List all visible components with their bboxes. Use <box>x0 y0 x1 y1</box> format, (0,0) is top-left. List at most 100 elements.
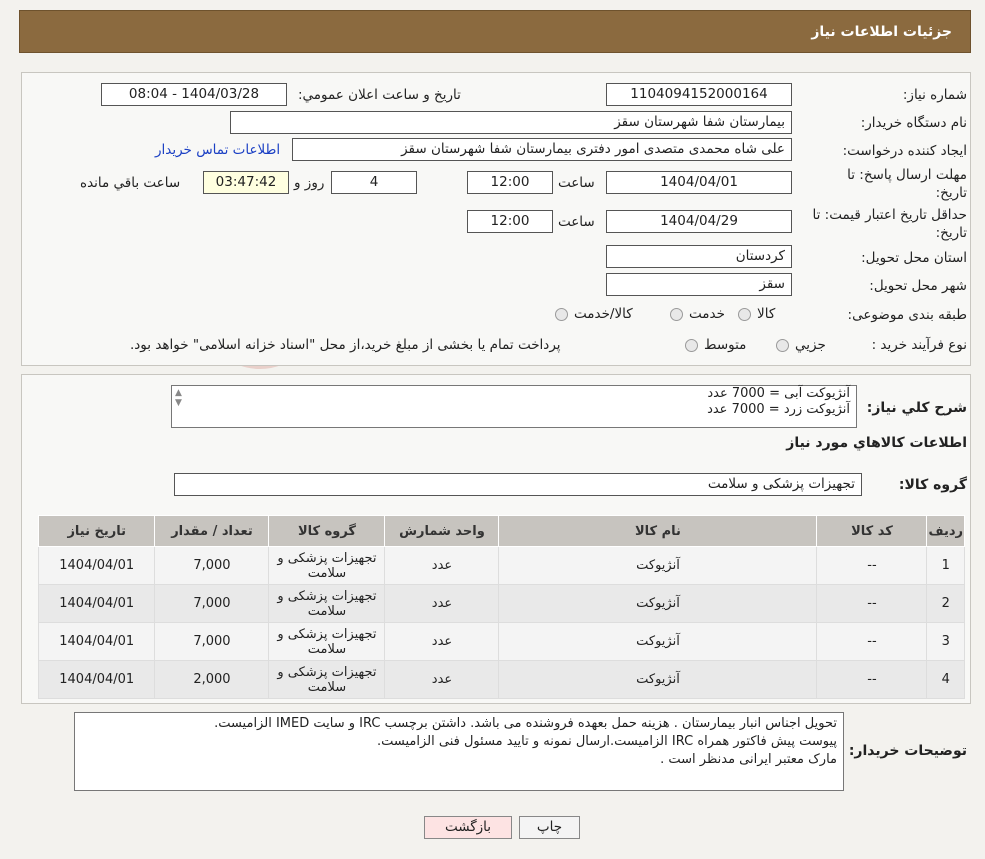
validity-label: حداقل تاريخ اعتبار قيمت: تا <box>812 207 967 223</box>
cell-code: -- <box>816 622 928 661</box>
cell-group: تجهیزات پزشکی و سلامت <box>268 584 386 623</box>
summary-line: آنژیوکت زرد = 7000 عدد <box>707 402 850 417</box>
cell-unit: عدد <box>384 660 500 699</box>
table-row: 4 -- آنژیوکت عدد تجهیزات پزشکی و سلامت 2… <box>37 660 965 699</box>
buyer-contact-link[interactable]: اطلاعات تماس خریدار <box>155 142 280 158</box>
scroll-arrows-icon[interactable]: ▲ ▼ <box>175 388 182 408</box>
deadline-time-field[interactable]: 12:00 <box>467 171 553 194</box>
items-section-title: اطلاعات كالاهاي مورد نياز <box>786 435 967 451</box>
cell-date: 1404/04/01 <box>37 546 156 585</box>
col-header-code: كد كالا <box>816 515 928 547</box>
cell-date: 1404/04/01 <box>37 660 156 699</box>
cell-code: -- <box>816 660 928 699</box>
col-header-unit: واحد شمارش <box>384 515 500 547</box>
col-header-qty: تعداد / مقدار <box>154 515 270 547</box>
cell-unit: عدد <box>384 546 500 585</box>
col-header-group: گروه كالا <box>268 515 386 547</box>
need-number-label: شماره نیاز: <box>902 87 967 103</box>
cell-group: تجهیزات پزشکی و سلامت <box>268 660 386 699</box>
cell-qty: 2,000 <box>154 660 270 699</box>
cell-index: 2 <box>926 584 965 623</box>
category-option-service[interactable]: خدمت <box>670 306 725 322</box>
city-field[interactable]: سقز <box>606 273 792 296</box>
province-field[interactable]: کردستان <box>606 245 792 268</box>
deadline-time-label: ساعت <box>558 175 595 191</box>
table-row: 2 -- آنژیوکت عدد تجهیزات پزشکی و سلامت 7… <box>37 584 965 623</box>
cell-name: آنژیوکت <box>498 584 818 623</box>
announce-label: تاریخ و ساعت اعلان عمومي: <box>298 87 461 103</box>
category-option-both[interactable]: کالا/خدمت <box>555 306 633 322</box>
days-label: روز و <box>294 175 325 191</box>
notes-line: پیوست پیش فاکتور همراه IRC الزامیست.ارسا… <box>377 734 837 749</box>
col-header-name: نام كالا <box>498 515 818 547</box>
cell-date: 1404/04/01 <box>37 584 156 623</box>
col-header-date: تاريخ نياز <box>37 515 156 547</box>
buyer-org-label: نام دستگاه خريدار: <box>860 115 967 131</box>
category-option-goods[interactable]: کالا <box>738 306 775 322</box>
category-option-service-label: خدمت <box>689 306 725 322</box>
summary-line: آنژیوکت آبی = 7000 عدد <box>707 386 850 401</box>
process-option-medium-label: متوسط <box>704 337 747 353</box>
radio-icon[interactable] <box>670 307 683 321</box>
summary-label: شرح كلي نياز: <box>866 400 967 416</box>
process-option-minor-label: جزيي <box>795 337 826 353</box>
remaining-label: ساعت باقي مانده <box>80 175 181 191</box>
cell-name: آنژیوکت <box>498 660 818 699</box>
buyer-org-field[interactable]: بیمارستان شفا شهرستان سقز <box>230 111 792 134</box>
notes-label: توضیحات خریدار: <box>848 743 967 759</box>
category-option-both-label: کالا/خدمت <box>574 306 633 322</box>
deadline-label-2: تاريخ: <box>935 185 967 201</box>
category-label: طبقه بندی موضوعی: <box>847 307 967 323</box>
deadline-date-field[interactable]: 1404/04/01 <box>606 171 792 194</box>
process-option-medium[interactable]: متوسط <box>685 337 746 353</box>
cell-date: 1404/04/01 <box>37 622 156 661</box>
cell-code: -- <box>816 546 928 585</box>
radio-icon[interactable] <box>776 338 789 352</box>
cell-index: 1 <box>926 546 965 585</box>
cell-qty: 7,000 <box>154 622 270 661</box>
category-option-goods-label: کالا <box>757 306 776 322</box>
validity-label-2: تاريخ: <box>935 225 967 241</box>
cell-unit: عدد <box>384 622 500 661</box>
creator-field[interactable]: علی شاه محمدی متصدی امور دفتری بیمارستان… <box>292 138 792 161</box>
cell-index: 3 <box>926 622 965 661</box>
summary-textarea[interactable]: آنژیوکت آبی = 7000 عدد آنژیوکت زرد = 700… <box>171 385 857 428</box>
validity-date-field[interactable]: 1404/04/29 <box>606 210 792 233</box>
items-table: رديف كد كالا نام كالا واحد شمارش گروه كا… <box>37 515 965 699</box>
creator-label: ايجاد كننده درخواست: <box>842 143 967 159</box>
cell-name: آنژیوکت <box>498 546 818 585</box>
print-button[interactable]: چاپ <box>519 816 580 839</box>
cell-qty: 7,000 <box>154 584 270 623</box>
page-title-bar: جزئیات اطلاعات نیاز <box>19 10 971 53</box>
process-note: پرداخت تمام یا بخشی از مبلغ خرید،از محل … <box>130 337 561 353</box>
province-label: استان محل تحويل: <box>861 250 967 266</box>
cell-group: تجهیزات پزشکی و سلامت <box>268 622 386 661</box>
radio-icon[interactable] <box>555 307 568 321</box>
col-header-index: رديف <box>926 515 965 547</box>
days-field[interactable]: 4 <box>331 171 417 194</box>
cell-qty: 7,000 <box>154 546 270 585</box>
back-button[interactable]: بازگشت <box>424 816 512 839</box>
notes-textarea[interactable]: تحویل اجناس انبار بیمارستان . هزینه حمل … <box>74 712 844 791</box>
validity-time-field[interactable]: 12:00 <box>467 210 553 233</box>
cell-unit: عدد <box>384 584 500 623</box>
cell-group: تجهیزات پزشکی و سلامت <box>268 546 386 585</box>
table-row: 3 -- آنژیوکت عدد تجهیزات پزشکی و سلامت 7… <box>37 622 965 661</box>
group-label: گروه كالا: <box>898 477 967 493</box>
process-label: نوع فرآيند خريد : <box>871 337 967 353</box>
notes-line: مارک معتبر ایرانی مدنظر است . <box>660 752 837 767</box>
city-label: شهر محل تحويل: <box>869 278 967 294</box>
announce-field[interactable]: 1404/03/28 - 08:04 <box>101 83 287 106</box>
validity-time-label: ساعت <box>558 214 595 230</box>
radio-icon[interactable] <box>738 307 751 321</box>
process-option-minor[interactable]: جزيي <box>776 337 826 353</box>
radio-icon[interactable] <box>685 338 698 352</box>
page-title: جزئیات اطلاعات نیاز <box>811 24 952 40</box>
group-field[interactable]: تجهیزات پزشکی و سلامت <box>174 473 862 496</box>
remaining-time-field: 03:47:42 <box>203 171 289 194</box>
need-number-field[interactable]: 1104094152000164 <box>606 83 792 106</box>
notes-line: تحویل اجناس انبار بیمارستان . هزینه حمل … <box>214 716 837 731</box>
deadline-label: مهلت ارسال پاسخ: تا <box>847 167 967 183</box>
table-row: 1 -- آنژیوکت عدد تجهیزات پزشکی و سلامت 7… <box>37 546 965 585</box>
cell-index: 4 <box>926 660 965 699</box>
